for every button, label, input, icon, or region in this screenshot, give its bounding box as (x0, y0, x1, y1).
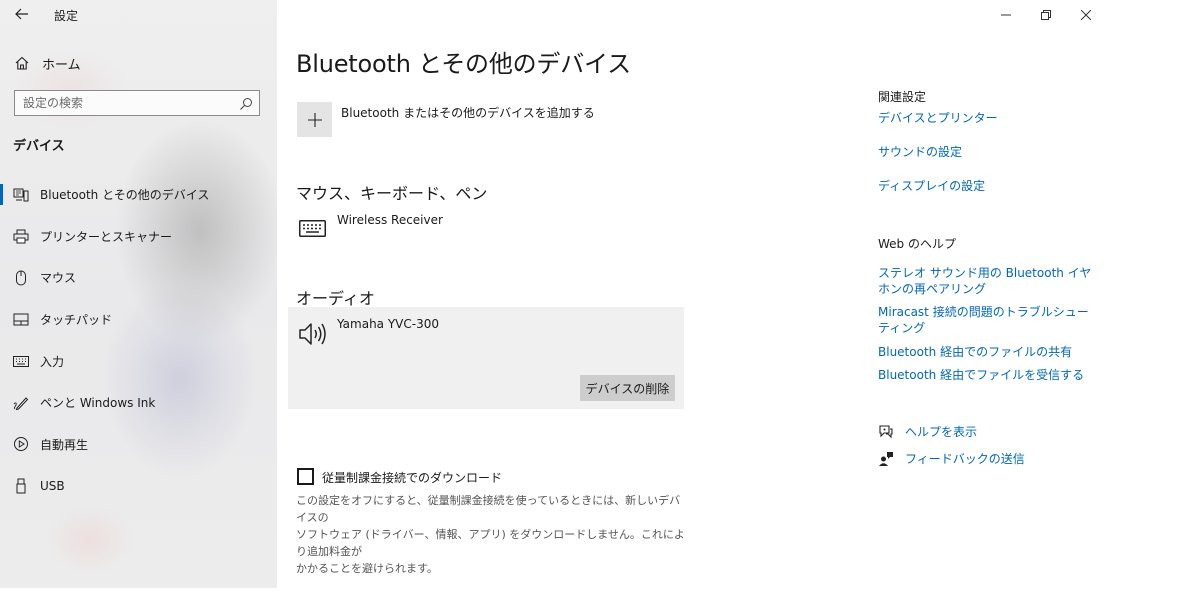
sidebar-item-label: ペンと Windows Ink (40, 396, 156, 411)
pen-icon (11, 395, 31, 411)
link-share-files-bluetooth[interactable]: Bluetooth 経由でのファイルの共有 (878, 344, 1072, 360)
sidebar-home[interactable]: ホーム (0, 48, 277, 78)
close-button[interactable] (1066, 0, 1106, 30)
sidebar-item-touchpad[interactable]: タッチパッド (0, 299, 277, 341)
mouse-icon (11, 270, 31, 286)
sidebar-home-label: ホーム (42, 57, 81, 73)
back-button[interactable] (8, 2, 36, 26)
search-icon[interactable] (239, 96, 253, 115)
search-box[interactable] (14, 90, 260, 116)
app-title: 設定 (54, 9, 79, 23)
help-chat-icon (876, 424, 896, 440)
device-name: Yamaha YVC-300 (337, 317, 439, 331)
keyboard-icon (11, 355, 31, 367)
feedback-label: フィードバックの送信 (905, 452, 1025, 466)
restore-icon (1041, 10, 1051, 20)
autoplay-icon (11, 436, 31, 452)
sidebar-item-usb[interactable]: USB (0, 465, 277, 507)
restore-button[interactable] (1026, 0, 1066, 30)
sidebar-item-pen[interactable]: ペンと Windows Ink (0, 382, 277, 424)
sidebar-item-autoplay[interactable]: 自動再生 (0, 424, 277, 466)
description-line: かかることを避けられます。 (296, 562, 438, 575)
sidebar-item-label: タッチパッド (40, 313, 113, 328)
selection-indicator (0, 184, 3, 205)
page-title: Bluetooth とその他のデバイス (296, 50, 631, 78)
sidebar-nav: Bluetooth とその他のデバイス プリンターとスキャナー マウス タッチパ… (0, 174, 277, 507)
description-line: ソフトウェア (ドライバー、情報、アプリ) をダウンロードしません。これにより追… (296, 528, 685, 558)
get-help-label: ヘルプを表示 (905, 425, 978, 439)
back-arrow-icon (15, 8, 28, 20)
add-device-label[interactable]: Bluetooth またはその他のデバイスを追加する (341, 104, 595, 121)
sidebar-item-label: Bluetooth とその他のデバイス (40, 188, 210, 203)
bluetooth-devices-icon (11, 188, 31, 202)
remove-device-button[interactable]: デバイスの削除 (580, 375, 675, 401)
metered-description: この設定をオフにすると、従量制課金接続を使っているときには、新しいデバイスの ソ… (296, 492, 691, 577)
sidebar-item-label: USB (40, 478, 65, 493)
sidebar-item-label: 入力 (40, 354, 65, 369)
add-device-button[interactable] (297, 102, 332, 137)
title-bar: 設定 (0, 0, 277, 30)
sidebar-item-bluetooth[interactable]: Bluetooth とその他のデバイス (0, 174, 277, 216)
speaker-icon (298, 321, 328, 347)
link-display-settings[interactable]: ディスプレイの設定 (878, 178, 985, 194)
sidebar-item-label: マウス (40, 271, 77, 286)
related-settings-heading: 関連設定 (878, 90, 927, 104)
search-input[interactable] (15, 91, 233, 115)
link-receive-files-bluetooth[interactable]: Bluetooth 経由でファイルを受信する (878, 367, 1084, 383)
metered-download-label[interactable]: 従量制課金接続でのダウンロード (322, 469, 502, 486)
printer-icon (11, 229, 31, 244)
link-repair-bluetooth-earbuds[interactable]: ステレオ サウンド用の Bluetooth イヤホンの再ペアリング (878, 265, 1093, 297)
feedback-person-icon (876, 451, 896, 467)
touchpad-icon (11, 313, 31, 326)
metered-download-checkbox[interactable] (297, 468, 314, 485)
plus-icon (307, 112, 322, 127)
sidebar-item-printers[interactable]: プリンターとスキャナー (0, 216, 277, 258)
sidebar: 設定 ホーム デバイス (0, 0, 277, 588)
audio-heading: オーディオ (296, 289, 375, 308)
sidebar-item-mouse[interactable]: マウス (0, 257, 277, 299)
description-line: この設定をオフにすると、従量制課金接続を使っているときには、新しいデバイスの (296, 494, 681, 524)
home-icon (12, 56, 32, 70)
usb-icon (11, 478, 31, 494)
sidebar-item-typing[interactable]: 入力 (0, 340, 277, 382)
link-sound-settings[interactable]: サウンドの設定 (878, 144, 962, 160)
keyboard-icon (298, 219, 326, 237)
minimize-icon (1001, 14, 1011, 16)
minimize-button[interactable] (986, 0, 1026, 30)
mouse-keyboard-pen-heading: マウス、キーボード、ペン (296, 184, 488, 203)
device-name: Wireless Receiver (337, 213, 443, 227)
link-miracast-troubleshooting[interactable]: Miracast 接続の問題のトラブルシューティング (878, 304, 1093, 336)
get-help-link[interactable]: ヘルプを表示 (876, 423, 977, 440)
feedback-link[interactable]: フィードバックの送信 (876, 450, 1025, 467)
close-icon (1081, 10, 1091, 20)
sidebar-item-label: プリンターとスキャナー (40, 229, 173, 244)
web-help-heading: Web のヘルプ (878, 237, 956, 251)
sidebar-section-title: デバイス (13, 139, 65, 154)
sidebar-item-label: 自動再生 (40, 437, 89, 452)
link-devices-and-printers[interactable]: デバイスとプリンター (878, 110, 998, 126)
